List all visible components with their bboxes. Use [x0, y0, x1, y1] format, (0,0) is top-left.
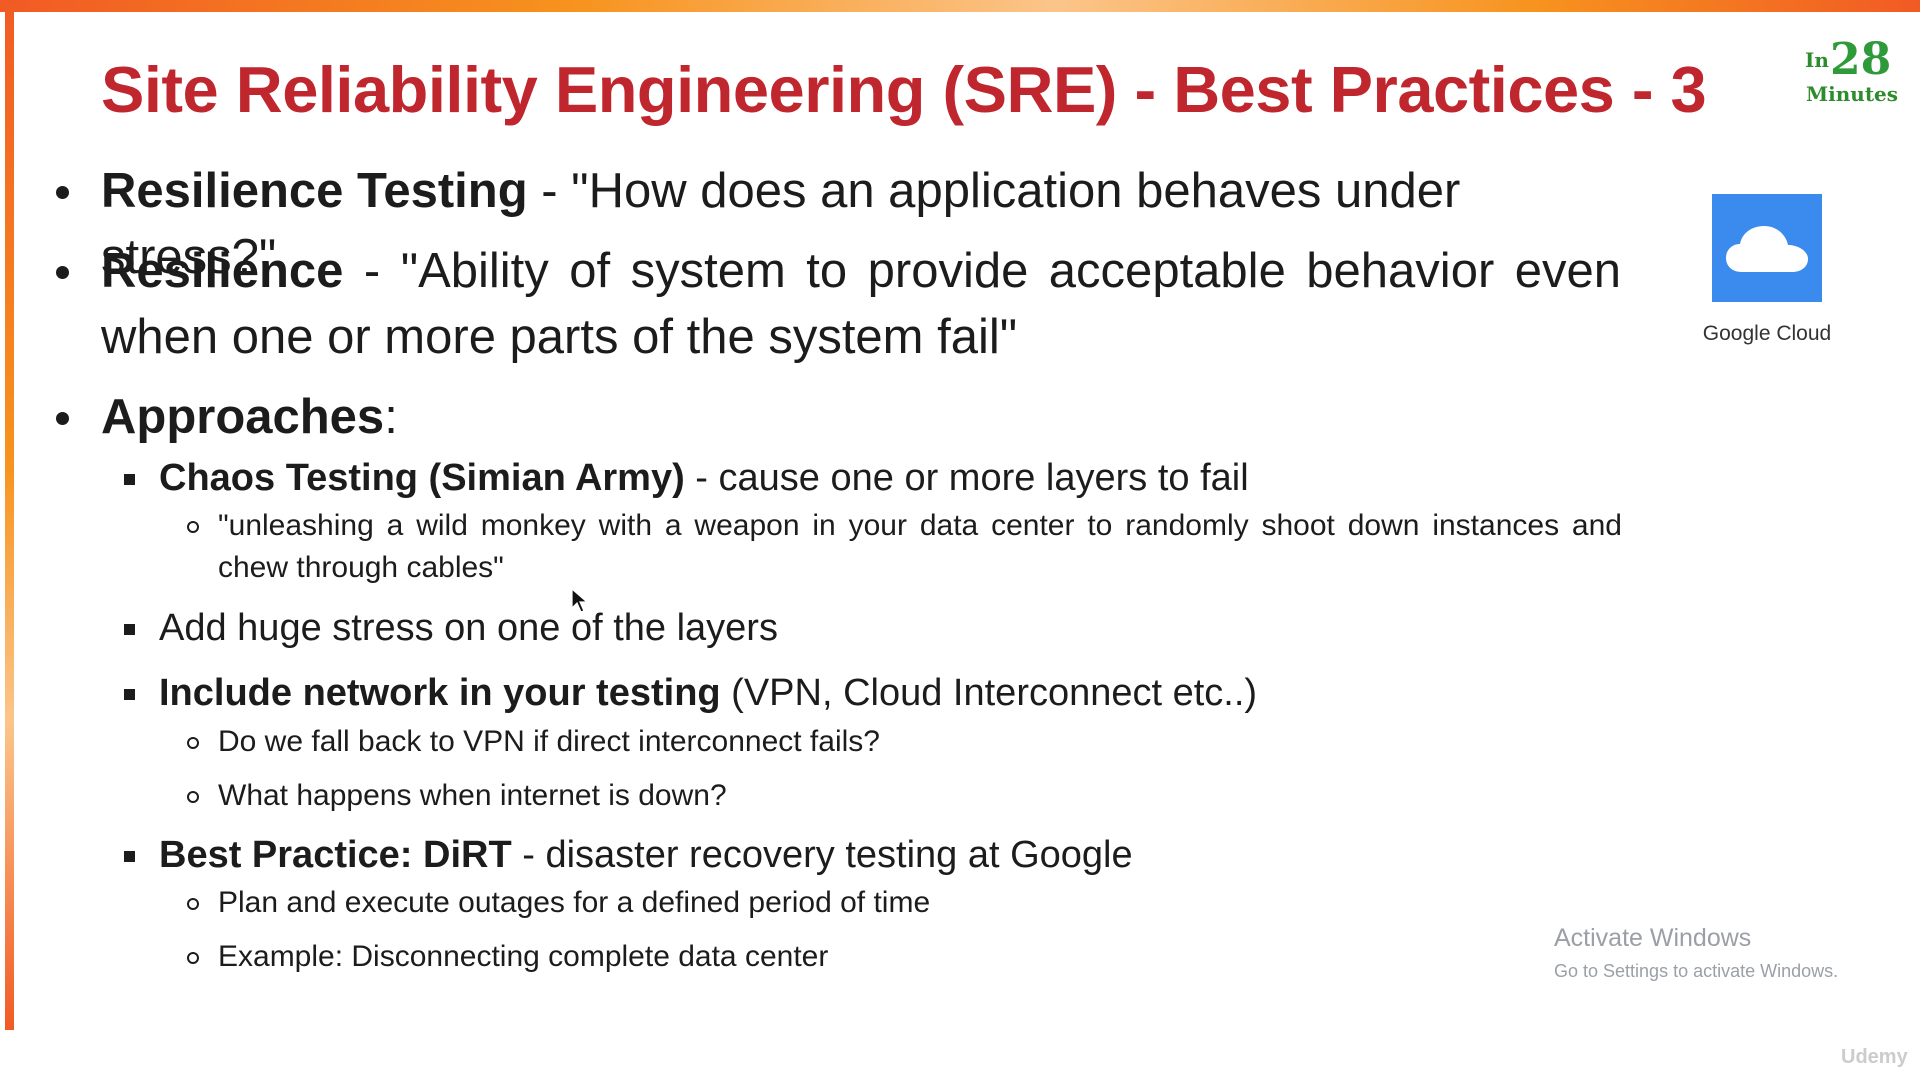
sub-bullet-bold: Best Practice: DiRT	[159, 834, 512, 876]
bullet-dot	[56, 186, 69, 199]
dirt-sub-item: Plan and execute outages for a defined p…	[187, 882, 1622, 924]
sub-bullet-text: - disaster recovery testing at Google	[511, 834, 1133, 876]
sub-bullet-dirt: Best Practice: DiRT - disaster recovery …	[124, 831, 1133, 879]
chaos-quote: "unleashing a wild monkey with a weapon …	[187, 505, 1622, 589]
network-sub-text: What happens when internet is down?	[218, 779, 727, 812]
network-sub-item: Do we fall back to VPN if direct interco…	[187, 721, 1622, 763]
bullet-bold: Resilience	[101, 244, 344, 298]
dirt-sub-text: Example: Disconnecting complete data cen…	[218, 940, 829, 973]
bullet-resilience: Resilience - "Ability of system to provi…	[56, 238, 1621, 370]
bullet-dot	[56, 266, 69, 279]
circle-bullet	[187, 521, 199, 533]
logo-in: In	[1805, 48, 1829, 72]
activate-windows-notice: Activate Windows Go to Settings to activ…	[1554, 924, 1838, 982]
sub-bullet-text: - cause one or more layers to fail	[684, 457, 1249, 499]
square-bullet	[124, 624, 135, 635]
left-accent-bar	[5, 0, 14, 1030]
bullet-approaches: Approaches:	[56, 384, 1621, 450]
in28minutes-logo: In 28 Minutes	[1800, 34, 1900, 114]
logo-minutes: Minutes	[1806, 82, 1899, 106]
google-cloud-label: Google Cloud	[1702, 322, 1832, 345]
circle-bullet	[187, 737, 199, 749]
square-bullet	[124, 689, 135, 700]
network-sub-text: Do we fall back to VPN if direct interco…	[218, 725, 880, 758]
mouse-cursor-icon	[571, 588, 589, 613]
circle-bullet	[187, 898, 199, 910]
top-accent-bar	[0, 0, 1920, 12]
activate-windows-subtitle: Go to Settings to activate Windows.	[1554, 961, 1839, 981]
sub-bullet-network: Include network in your testing (VPN, Cl…	[124, 669, 1258, 717]
sub-bullet-text: Add huge stress on one of the layers	[159, 607, 778, 649]
chaos-quote-text: "unleashing a wild monkey with a weapon …	[218, 509, 1622, 584]
bullet-dot	[56, 412, 69, 425]
bullet-bold: Resilience Testing	[101, 164, 528, 218]
circle-bullet	[187, 791, 199, 803]
udemy-watermark: Udemy	[1841, 1046, 1908, 1068]
logo-number: 28	[1830, 34, 1892, 85]
dirt-sub-text: Plan and execute outages for a defined p…	[218, 886, 931, 919]
activate-windows-title: Activate Windows	[1554, 924, 1752, 952]
square-bullet	[124, 474, 135, 485]
square-bullet	[124, 851, 135, 862]
sub-bullet-chaos-testing: Chaos Testing (Simian Army) - cause one …	[124, 454, 1249, 502]
slide-title: Site Reliability Engineering (SRE) - Bes…	[101, 53, 1707, 126]
circle-bullet	[187, 952, 199, 964]
google-cloud-tile	[1712, 194, 1822, 302]
bullet-bold: Approaches	[101, 390, 385, 444]
bullet-text: :	[384, 390, 398, 444]
network-sub-item: What happens when internet is down?	[187, 775, 1622, 817]
cloud-icon	[1726, 226, 1808, 272]
sub-bullet-bold: Chaos Testing (Simian Army)	[159, 457, 685, 499]
dirt-sub-item: Example: Disconnecting complete data cen…	[187, 936, 1622, 978]
sub-bullet-text: (VPN, Cloud Interconnect etc..)	[720, 672, 1258, 714]
sub-bullet-bold: Include network in your testing	[159, 672, 721, 714]
sub-bullet-stress: Add huge stress on one of the layers	[124, 604, 778, 652]
